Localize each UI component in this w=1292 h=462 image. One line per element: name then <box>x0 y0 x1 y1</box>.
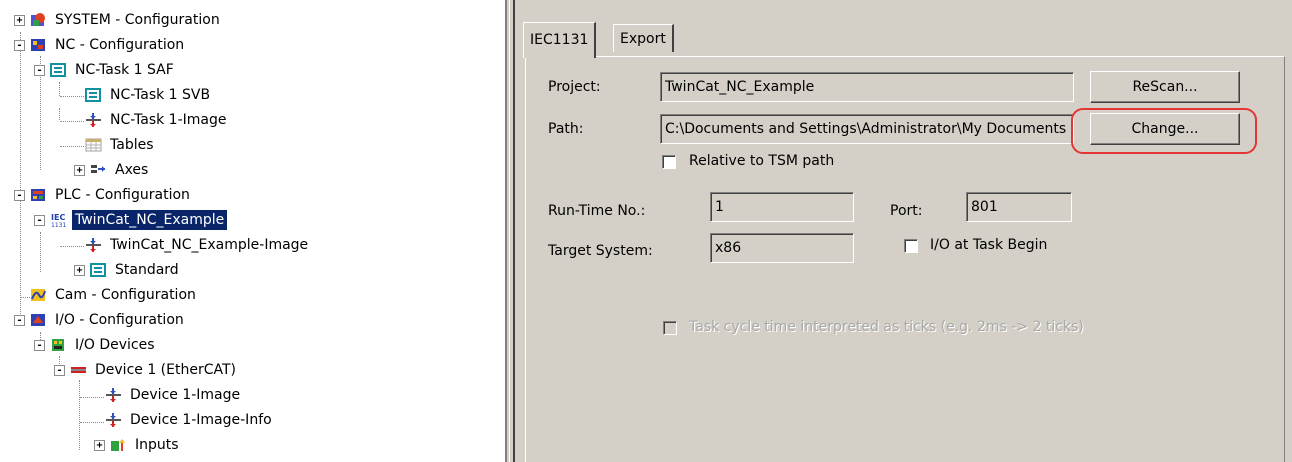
nc-config-icon <box>31 39 45 51</box>
collapse-toggle[interactable]: - <box>34 340 45 351</box>
tab-export[interactable]: Export <box>613 24 674 52</box>
tree-item-label: NC-Task 1 SVB <box>110 87 211 103</box>
tree-item-label: I/O - Configuration <box>55 312 184 328</box>
expand-toggle[interactable]: + <box>74 265 85 276</box>
config-tree[interactable]: + SYSTEM - Configuration - NC - Configur… <box>0 0 505 462</box>
highlight-ring <box>1071 108 1257 154</box>
io-at-task-begin-checkbox[interactable] <box>904 239 918 253</box>
tree-item-label: NC-Task 1 SAF <box>75 62 174 78</box>
target-system-field: x86 <box>710 233 854 263</box>
path-label: Path: <box>548 121 584 137</box>
runtime-field: 1 <box>710 192 854 222</box>
tree-item-label: Axes <box>115 162 149 178</box>
target-system-label: Target System: <box>548 243 653 259</box>
project-label: Project: <box>548 79 601 95</box>
tree-item-label: PLC - Configuration <box>55 187 190 203</box>
ethercat-device-icon <box>71 367 86 373</box>
expand-toggle[interactable]: + <box>14 15 25 26</box>
inputs-icon <box>111 439 125 451</box>
tree-item-label: SYSTEM - Configuration <box>55 12 220 28</box>
path-field[interactable]: C:\Documents and Settings\Administrator\… <box>660 114 1074 144</box>
image-icon <box>106 413 121 427</box>
image-icon <box>86 113 101 127</box>
tree-item-label: NC - Configuration <box>55 37 185 53</box>
collapse-toggle[interactable]: - <box>34 65 45 76</box>
project-field[interactable]: TwinCat_NC_Example <box>660 72 1074 102</box>
svg-text:IEC: IEC <box>51 213 65 222</box>
tree-item-label: TwinCat_NC_Example-Image <box>110 237 309 253</box>
collapse-toggle[interactable]: - <box>54 365 65 376</box>
ticks-label: Task cycle time interpreted as ticks (e.… <box>689 319 1084 335</box>
port-label: Port: <box>890 203 923 219</box>
tree-item-label: Standard <box>115 262 179 278</box>
axes-icon <box>91 165 105 173</box>
relative-to-tsm-checkbox[interactable] <box>662 155 676 169</box>
cam-config-icon <box>31 289 46 301</box>
collapse-toggle[interactable]: - <box>14 190 25 201</box>
expand-toggle[interactable]: + <box>74 165 85 176</box>
tree-item-label: Cam - Configuration <box>55 287 196 303</box>
collapse-toggle[interactable]: - <box>14 315 25 326</box>
collapse-toggle[interactable]: - <box>34 215 45 226</box>
io-at-task-begin-label: I/O at Task Begin <box>930 237 1048 253</box>
expand-toggle[interactable]: + <box>94 440 105 451</box>
tree-item-label: Device 1 (EtherCAT) <box>95 362 237 378</box>
tab-label: IEC1131 <box>530 32 589 48</box>
tree-item-label: Device 1-Image <box>130 387 241 403</box>
task-icon <box>85 88 101 102</box>
image-icon <box>86 238 101 252</box>
iec1131-icon: IEC1131 <box>51 213 66 228</box>
tab-iec1131[interactable]: IEC1131 <box>523 22 597 58</box>
port-field: 801 <box>966 192 1072 222</box>
tree-item-label: Device 1-Image-Info <box>130 412 272 428</box>
relative-to-tsm-label: Relative to TSM path <box>689 153 835 169</box>
io-devices-icon <box>52 339 64 351</box>
tree-item-label: NC-Task 1-Image <box>110 112 227 128</box>
plc-config-icon <box>31 189 45 201</box>
image-icon <box>106 388 121 402</box>
task-icon <box>90 263 106 277</box>
rescan-button[interactable]: ReScan... <box>1090 71 1240 103</box>
tree-item-label: Inputs <box>135 437 179 453</box>
pane-splitter[interactable] <box>505 0 515 462</box>
table-icon <box>85 138 102 152</box>
task-icon <box>50 63 66 77</box>
tree-item-label: I/O Devices <box>75 337 155 353</box>
collapse-toggle[interactable]: - <box>14 40 25 51</box>
system-config-icon <box>31 13 45 26</box>
ticks-checkbox[interactable] <box>663 321 677 335</box>
io-config-icon <box>31 314 45 326</box>
tree-item-label: TwinCat_NC_Example <box>72 210 228 230</box>
tab-label: Export <box>620 31 666 47</box>
properties-panel: IEC1131 Export <box>515 0 1292 462</box>
svg-text:1131: 1131 <box>51 222 66 228</box>
tree-item-label: Tables <box>110 137 154 153</box>
runtime-label: Run-Time No.: <box>548 203 646 219</box>
